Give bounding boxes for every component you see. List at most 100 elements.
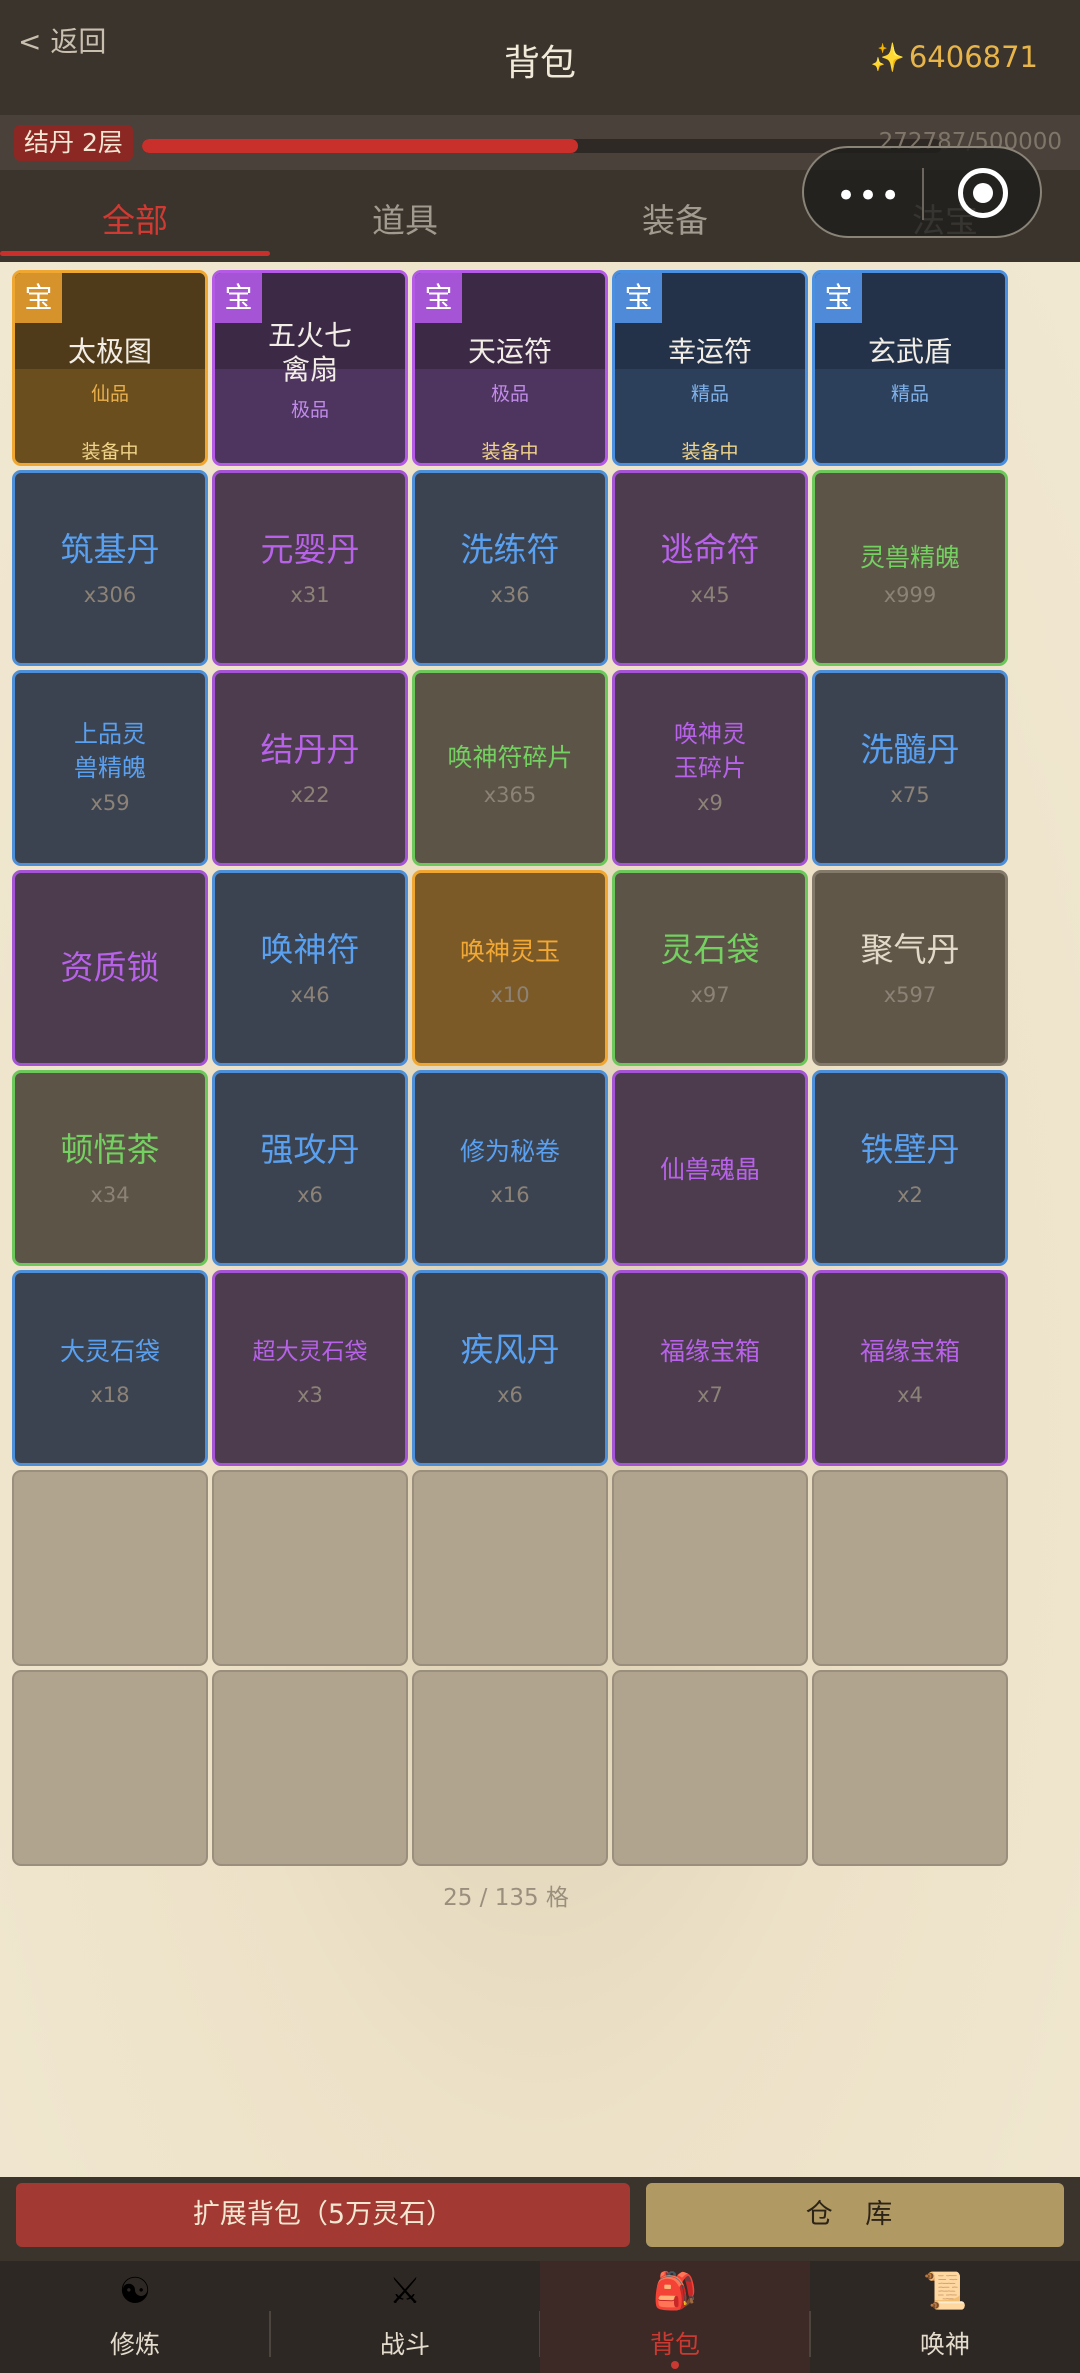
item-slot[interactable]: 筑基丹 x306 <box>12 470 208 666</box>
item-name: 大灵石袋 <box>59 1337 160 1366</box>
equipment-slot[interactable]: 宝 五火七 禽扇 极品 <box>212 270 408 466</box>
item-name: 顿悟茶 <box>60 1130 160 1169</box>
equipment-name-line1: 五火七 <box>267 319 352 352</box>
item-name: 元婴丹 <box>260 530 360 569</box>
item-slot[interactable]: 疾风丹 x6 <box>412 1270 608 1466</box>
item-name: 洗练符 <box>460 530 560 569</box>
item-slot[interactable]: 唤神灵玉 x10 <box>412 870 608 1066</box>
item-name: 逃命符 <box>660 530 760 569</box>
nav-label: 战斗 <box>379 2330 430 2359</box>
equipment-rank: 精品 <box>890 383 929 405</box>
tab-equipment[interactable]: 装备 <box>540 194 810 242</box>
nav-item-battle[interactable]: ⚔ 战斗 <box>270 2261 540 2373</box>
item-name: 唤神灵玉 <box>459 937 560 966</box>
item-name: 聚气丹 <box>860 930 960 969</box>
more-options-icon[interactable]: ••• <box>836 176 902 216</box>
empty-slot[interactable] <box>212 1670 408 1866</box>
item-slot[interactable]: 修为秘卷 x16 <box>412 1070 608 1266</box>
item-slot[interactable]: 灵石袋 x97 <box>612 870 808 1066</box>
equipment-slot[interactable]: 宝 太极图 仙品 装备中 <box>12 270 208 466</box>
equipment-name: 天运符 <box>467 335 552 368</box>
item-name: 唤神符碎片 <box>447 743 573 772</box>
nav-item-summon[interactable]: 📜 唤神 <box>810 2261 1080 2373</box>
item-name: 灵兽精魄 <box>859 543 960 572</box>
empty-slot[interactable] <box>12 1670 208 1866</box>
item-slot[interactable]: 洗练符 x36 <box>412 470 608 666</box>
item-quantity: x365 <box>483 783 537 807</box>
equipment-name-line2: 禽扇 <box>281 353 338 386</box>
empty-slot[interactable] <box>612 1670 808 1866</box>
item-quantity: x6 <box>297 1183 323 1207</box>
empty-slot[interactable] <box>12 1470 208 1666</box>
item-slot[interactable]: 资质锁 <box>12 870 208 1066</box>
item-quantity: x6 <box>497 1383 523 1407</box>
empty-slot[interactable] <box>412 1670 608 1866</box>
item-quantity: x34 <box>90 1183 130 1207</box>
item-name: 结丹丹 <box>260 730 360 769</box>
equipment-slot[interactable]: 宝 天运符 极品 装备中 <box>412 270 608 466</box>
item-slot[interactable]: 福缘宝箱 x7 <box>612 1270 808 1466</box>
item-slot[interactable]: 唤神符碎片 x365 <box>412 670 608 866</box>
equipment-slot[interactable]: 宝 玄武盾 精品 <box>812 270 1008 466</box>
item-quantity: x3 <box>297 1383 323 1407</box>
warehouse-button[interactable]: 仓 库 <box>646 2183 1064 2247</box>
nav-label: 背包 <box>649 2330 700 2359</box>
item-name-line1: 上品灵 <box>74 720 146 748</box>
item-slot[interactable]: 唤神符 x46 <box>212 870 408 1066</box>
item-slot[interactable]: 铁壁丹 x2 <box>812 1070 1008 1266</box>
slot-count: 25 / 135 格 <box>443 1885 569 1911</box>
item-slot[interactable]: 上品灵 兽精魄 x59 <box>12 670 208 866</box>
scroll-icon: 📜 <box>922 2271 968 2312</box>
item-quantity: x9 <box>697 791 723 815</box>
item-name: 福缘宝箱 <box>659 1337 760 1366</box>
item-slot[interactable]: 结丹丹 x22 <box>212 670 408 866</box>
equipment-name: 五火七 禽扇 <box>215 319 405 387</box>
item-slot[interactable]: 洗髓丹 x75 <box>812 670 1008 866</box>
item-name: 洗髓丹 <box>860 730 960 769</box>
item-slot[interactable]: 超大灵石袋 x3 <box>212 1270 408 1466</box>
item-quantity: x59 <box>90 791 130 815</box>
equipped-status: 装备中 <box>81 441 139 463</box>
empty-slot[interactable] <box>412 1470 608 1666</box>
nav-item-backpack[interactable]: 🎒 背包 <box>540 2261 810 2373</box>
item-slot[interactable]: 大灵石袋 x18 <box>12 1270 208 1466</box>
expand-bag-button[interactable]: 扩展背包（5万灵石） <box>16 2183 630 2247</box>
item-slot[interactable]: 福缘宝箱 x4 <box>812 1270 1008 1466</box>
nav-item-cultivate[interactable]: ☯ 修炼 <box>0 2261 270 2373</box>
item-slot[interactable]: 聚气丹 x597 <box>812 870 1008 1066</box>
item-slot[interactable]: 元婴丹 x31 <box>212 470 408 666</box>
item-slot[interactable]: 灵兽精魄 x999 <box>812 470 1008 666</box>
currency-display: ✨ 6406871 <box>870 40 1038 74</box>
treasure-badge: 宝 <box>15 273 62 323</box>
item-name-line2: 玉碎片 <box>674 754 746 782</box>
item-quantity: x46 <box>290 983 330 1007</box>
item-slot[interactable]: 强攻丹 x6 <box>212 1070 408 1266</box>
item-name-line1: 唤神灵 <box>674 720 746 748</box>
empty-slot[interactable] <box>612 1470 808 1666</box>
nav-label: 唤神 <box>919 2330 970 2359</box>
item-slot[interactable]: 逃命符 x45 <box>612 470 808 666</box>
bottom-nav: ☯ 修炼 ⚔ 战斗 🎒 背包 📜 唤神 <box>0 2261 1080 2373</box>
close-miniprogram-icon[interactable] <box>958 168 1008 218</box>
item-slot[interactable]: 仙兽魂晶 <box>612 1070 808 1266</box>
equipment-slot[interactable]: 宝 幸运符 精品 装备中 <box>612 270 808 466</box>
tab-items[interactable]: 道具 <box>270 194 540 242</box>
empty-slot[interactable] <box>812 1470 1008 1666</box>
item-quantity: x18 <box>90 1383 130 1407</box>
empty-slot[interactable] <box>212 1470 408 1666</box>
equipped-status: 装备中 <box>481 441 539 463</box>
equipment-name: 幸运符 <box>667 335 752 368</box>
equipment-rank: 极品 <box>490 383 529 405</box>
item-slot[interactable]: 顿悟茶 x34 <box>12 1070 208 1266</box>
yin-yang-icon: ☯ <box>118 2271 152 2312</box>
item-quantity: x10 <box>490 983 530 1007</box>
item-slot[interactable]: 唤神灵 玉碎片 x9 <box>612 670 808 866</box>
empty-slot[interactable] <box>812 1670 1008 1866</box>
realm-badge: 结丹 2层 <box>14 125 133 161</box>
item-quantity: x306 <box>83 583 137 607</box>
treasure-badge: 宝 <box>815 273 862 323</box>
item-quantity: x36 <box>490 583 530 607</box>
item-quantity: x16 <box>490 1183 530 1207</box>
tab-all[interactable]: 全部 <box>0 194 270 242</box>
item-name: 仙兽魂晶 <box>659 1155 760 1184</box>
